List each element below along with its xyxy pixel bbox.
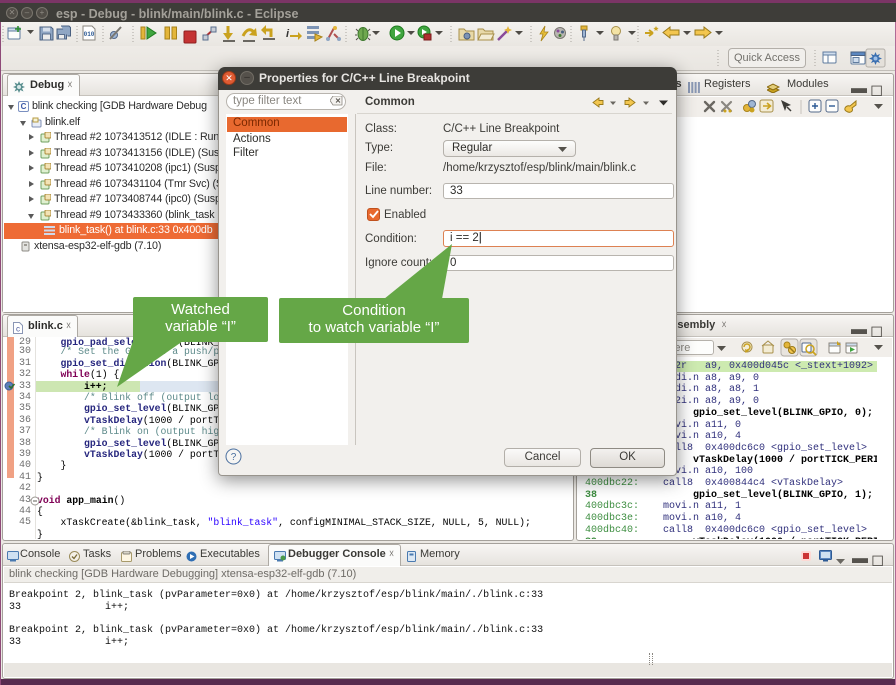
svg-text:i: i (286, 28, 290, 40)
svg-text:?: ? (231, 452, 237, 463)
svg-text:010: 010 (84, 31, 95, 38)
svg-text:c: c (16, 325, 20, 334)
